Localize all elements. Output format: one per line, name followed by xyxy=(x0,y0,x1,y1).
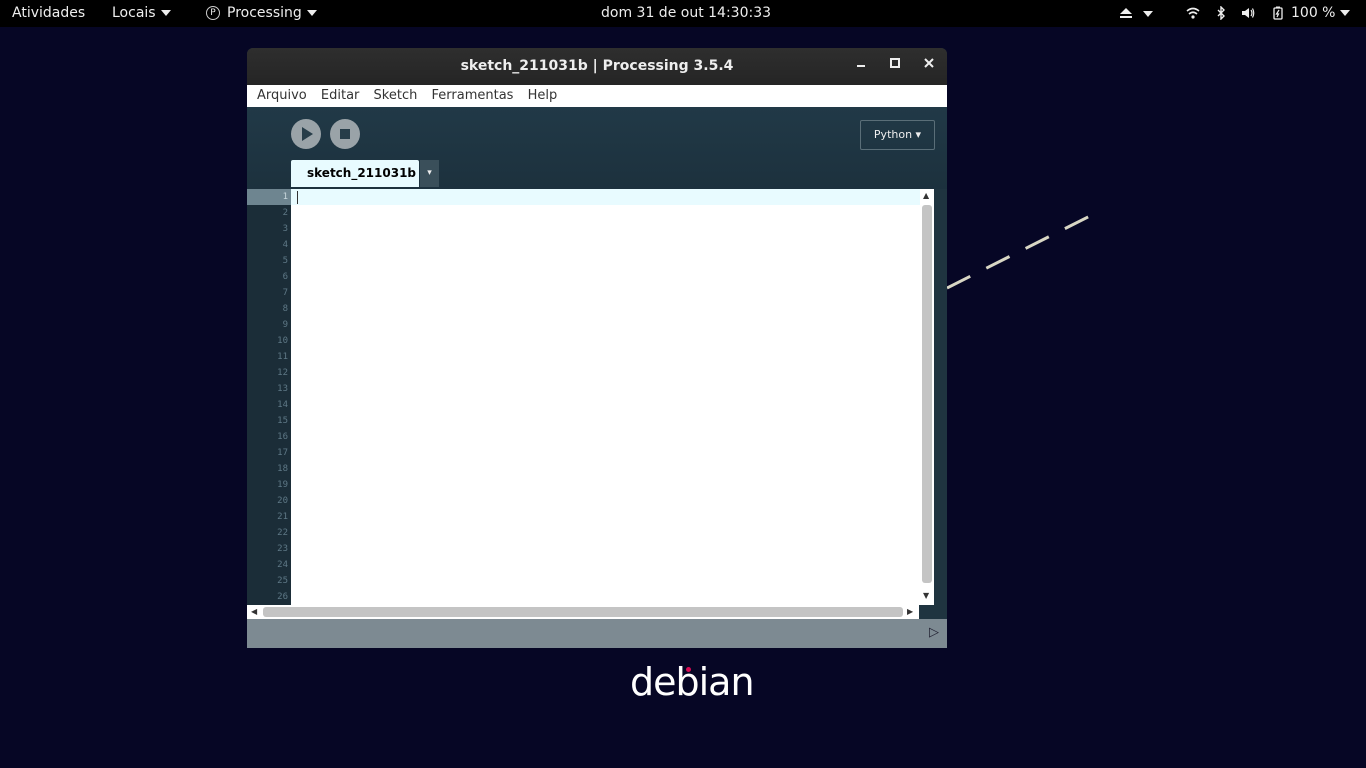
line-number: 19 xyxy=(277,480,288,490)
line-number: 2 xyxy=(282,208,288,218)
menu-ferramentas[interactable]: Ferramentas xyxy=(432,85,514,107)
code-editor[interactable] xyxy=(291,189,920,605)
close-icon xyxy=(924,58,934,68)
tab-menu-button[interactable]: ▾ xyxy=(420,160,439,187)
battery-percent: 100 % xyxy=(1291,5,1336,21)
wifi-icon[interactable] xyxy=(1186,6,1200,20)
line-number: 26 xyxy=(277,592,288,602)
line-number-gutter: 1 2 3 4 5 6 7 8 9 10 11 12 13 14 15 16 17 18 19 20 21 22 23 24 2… xyxy=(247,189,291,605)
line-number: 16 xyxy=(277,432,288,442)
chevron-down-icon xyxy=(306,10,317,16)
clock[interactable]: dom 31 de out 14:30:33 xyxy=(601,0,771,27)
line-number: 24 xyxy=(277,560,288,570)
horizontal-scrollbar[interactable]: ◀ ▶ xyxy=(247,605,919,619)
current-line-highlight xyxy=(291,189,920,205)
processing-window: sketch_211031b | Processing 3.5.4 Arquiv… xyxy=(247,48,947,648)
play-icon xyxy=(302,127,313,141)
line-number: 15 xyxy=(277,416,288,426)
line-number: 1 xyxy=(247,189,291,205)
horizontal-scroll-thumb[interactable] xyxy=(263,607,903,617)
wallpaper-swirl xyxy=(947,213,1093,290)
line-number: 23 xyxy=(277,544,288,554)
line-number: 13 xyxy=(277,384,288,394)
line-number: 18 xyxy=(277,464,288,474)
maximize-button[interactable] xyxy=(885,56,905,76)
line-number: 12 xyxy=(277,368,288,378)
line-number: 22 xyxy=(277,528,288,538)
top-bar: Atividades Locais P Processing dom 31 de … xyxy=(0,0,1366,27)
line-number: 4 xyxy=(282,240,288,250)
window-titlebar[interactable]: sketch_211031b | Processing 3.5.4 xyxy=(247,48,947,85)
line-number: 8 xyxy=(282,304,288,314)
line-number: 10 xyxy=(277,336,288,346)
vertical-scrollbar[interactable]: ▲ ▼ xyxy=(920,189,934,605)
chevron-down-icon xyxy=(160,10,171,16)
run-button[interactable] xyxy=(291,119,321,149)
menu-arquivo[interactable]: Arquivo xyxy=(257,85,307,107)
chevron-down-icon xyxy=(1340,10,1351,16)
debian-logo: debian xyxy=(630,660,755,704)
editor-right-margin xyxy=(934,189,947,605)
menu-help[interactable]: Help xyxy=(528,85,558,107)
bluetooth-icon[interactable] xyxy=(1214,6,1228,20)
debian-logo-dot xyxy=(686,667,691,672)
scroll-left-icon[interactable]: ◀ xyxy=(251,607,257,616)
stop-button[interactable] xyxy=(330,119,360,149)
places-menu[interactable]: Locais xyxy=(112,0,171,27)
line-number: 9 xyxy=(282,320,288,330)
maximize-icon xyxy=(890,58,900,68)
battery-menu[interactable]: 100 % xyxy=(1291,0,1351,27)
line-number: 7 xyxy=(282,288,288,298)
line-number: 11 xyxy=(277,352,288,362)
battery-icon[interactable] xyxy=(1271,6,1285,20)
line-number: 25 xyxy=(277,576,288,586)
vertical-scroll-thumb[interactable] xyxy=(922,205,932,583)
menu-bar: Arquivo Editar Sketch Ferramentas Help xyxy=(247,85,947,107)
menu-editar[interactable]: Editar xyxy=(321,85,360,107)
text-cursor xyxy=(297,191,298,204)
console-toggle-button[interactable]: ▷ xyxy=(929,625,939,640)
eject-icon[interactable] xyxy=(1119,6,1133,20)
activities-button[interactable]: Atividades xyxy=(12,0,85,27)
tab-sketch[interactable]: sketch_211031b xyxy=(291,160,419,187)
close-button[interactable] xyxy=(919,56,939,76)
window-title: sketch_211031b | Processing 3.5.4 xyxy=(460,58,734,74)
app-menu-label: Processing xyxy=(227,5,302,21)
line-number: 20 xyxy=(277,496,288,506)
processing-app-icon: P xyxy=(206,6,220,20)
line-number: 6 xyxy=(282,272,288,282)
chevron-down-icon[interactable] xyxy=(1143,11,1153,17)
stop-icon xyxy=(340,129,350,139)
console-bar: ▷ xyxy=(247,619,947,648)
places-label: Locais xyxy=(112,5,156,21)
scroll-down-icon[interactable]: ▼ xyxy=(923,591,929,600)
minimize-button[interactable] xyxy=(851,56,871,76)
scroll-up-icon[interactable]: ▲ xyxy=(923,191,929,200)
app-menu[interactable]: P Processing xyxy=(206,0,317,27)
volume-icon[interactable] xyxy=(1241,6,1255,20)
minimize-icon xyxy=(857,65,865,67)
line-number: 5 xyxy=(282,256,288,266)
line-number: 14 xyxy=(277,400,288,410)
menu-sketch[interactable]: Sketch xyxy=(374,85,418,107)
line-number: 17 xyxy=(277,448,288,458)
mode-selector[interactable]: Python ▾ xyxy=(860,120,935,150)
scroll-right-icon[interactable]: ▶ xyxy=(907,607,913,616)
line-number: 21 xyxy=(277,512,288,522)
line-number: 3 xyxy=(282,224,288,234)
